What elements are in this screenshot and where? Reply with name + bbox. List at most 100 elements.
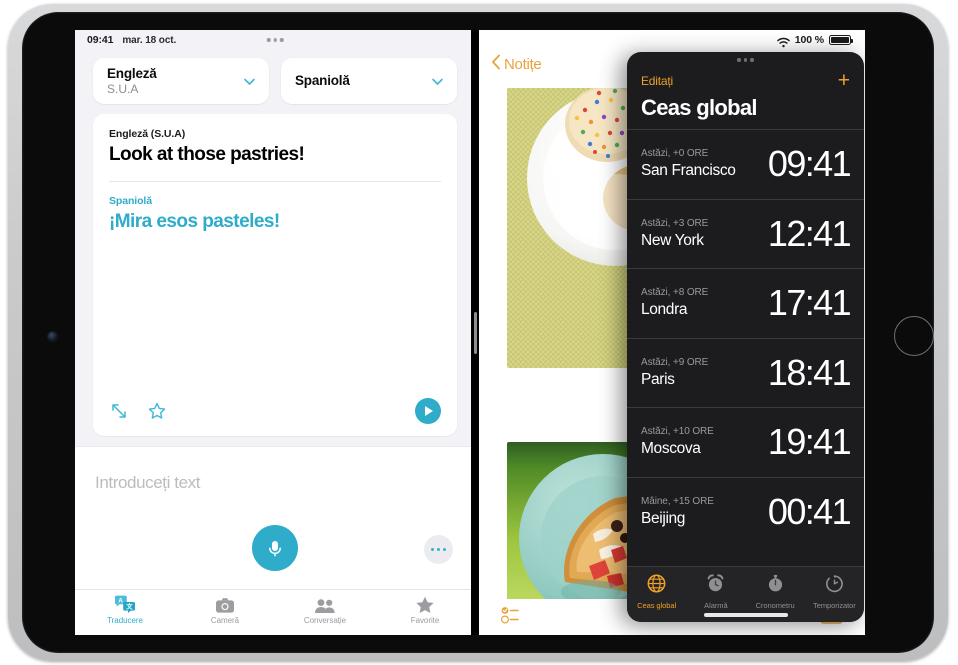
source-language-label: Engleză (S.U.A) — [109, 128, 186, 140]
translate-tab-bar: A 文 Traducere Cameră Conversație Favorit… — [75, 589, 475, 635]
translate-icon: A 文 — [114, 595, 136, 614]
home-indicator[interactable] — [703, 613, 788, 617]
globe-icon — [647, 574, 666, 598]
front-camera-icon — [48, 332, 57, 341]
home-button[interactable] — [894, 316, 934, 356]
translate-status-bar: 09:41 mar. 18 oct. — [75, 30, 475, 50]
card-divider — [109, 180, 441, 182]
status-time: 09:41 — [87, 34, 114, 46]
table-row[interactable]: Astăzi, +3 ORE New York 12:41 — [627, 198, 864, 269]
battery-percentage: 100 % — [794, 34, 824, 46]
notes-back-label: Notițe — [504, 56, 542, 73]
edit-button[interactable]: Editați — [641, 74, 673, 88]
clock-time: 09:41 — [767, 143, 852, 185]
table-row[interactable]: Astăzi, +10 ORE Moscova 19:41 — [627, 407, 864, 477]
checklist-icon[interactable] — [500, 606, 523, 629]
clock-time: 12:41 — [767, 212, 852, 254]
battery-full-icon — [829, 35, 854, 45]
note-photo-pastry[interactable] — [507, 442, 629, 620]
clock-time: 17:41 — [767, 282, 852, 324]
target-language-name: Spaniolă — [295, 73, 350, 89]
table-row[interactable]: Astăzi, +9 ORE Paris 18:41 — [627, 337, 864, 408]
ipad-screen: 09:41 mar. 18 oct. Engleză S.U.A Spaniol… — [75, 30, 865, 635]
text-input-area[interactable]: Introduceți text — [75, 446, 475, 589]
chevron-down-icon[interactable] — [242, 74, 257, 89]
clock-city: Moscova — [641, 440, 701, 458]
tab-label: Traducere — [107, 616, 143, 625]
people-icon — [314, 595, 336, 614]
language-selector-row: Engleză S.U.A Spaniolă — [75, 50, 475, 114]
tab-cronometru[interactable]: Cronometru — [746, 574, 805, 610]
clock-city: Londra — [641, 301, 688, 319]
note-photo-cookie[interactable] — [507, 88, 629, 368]
clock-city: Beijing — [641, 509, 686, 527]
split-view-divider[interactable] — [471, 30, 479, 635]
svg-text:文: 文 — [126, 602, 133, 611]
tab-label: Temporizator — [813, 601, 856, 610]
table-row[interactable]: Astăzi, +0 ORE San Francisco 09:41 — [627, 129, 864, 199]
stopwatch-icon — [766, 574, 785, 598]
clock-panel-header: Editați + — [627, 68, 864, 91]
source-language-region: S.U.A — [107, 81, 139, 96]
translation-card: Engleză (S.U.A) Look at those pastries! … — [93, 114, 457, 436]
camera-icon — [215, 595, 235, 614]
tab-camera[interactable]: Cameră — [175, 595, 275, 625]
grabber-dots-icon[interactable] — [627, 52, 864, 68]
screenshot-root: 09:41 mar. 18 oct. Engleză S.U.A Spaniol… — [0, 0, 958, 665]
play-circle-icon[interactable] — [415, 398, 441, 424]
chevron-down-icon[interactable] — [430, 74, 445, 89]
clock-city: New York — [641, 231, 704, 249]
clock-city: San Francisco — [641, 162, 736, 180]
clock-time: 18:41 — [767, 351, 852, 393]
clock-offset: Astăzi, +0 ORE — [641, 148, 709, 160]
tab-label: Favorite — [410, 616, 440, 625]
plus-icon[interactable]: + — [838, 70, 850, 91]
tab-temporizator[interactable]: Temporizator — [805, 574, 864, 610]
ellipsis-icon[interactable] — [424, 535, 453, 564]
tab-label: Alarmă — [704, 601, 728, 610]
multitask-grabber-icon[interactable] — [266, 38, 284, 42]
tab-alarma[interactable]: Alarmă — [686, 574, 745, 610]
expand-arrows-icon[interactable] — [109, 401, 129, 421]
timer-icon — [825, 574, 844, 598]
clock-offset: Astăzi, +9 ORE — [641, 356, 709, 368]
wifi-icon — [776, 35, 790, 47]
status-date: mar. 18 oct. — [122, 34, 177, 46]
clock-offset: Mâine, +15 ORE — [641, 495, 714, 507]
source-language-selector[interactable]: Engleză S.U.A — [93, 58, 269, 104]
clock-slide-over-panel: Editați + Ceas global Astăzi, +0 ORE San… — [627, 52, 864, 622]
tab-label: Ceas global — [637, 601, 677, 610]
tab-label: Cronometru — [755, 601, 795, 610]
clock-page-title: Ceas global — [641, 95, 757, 120]
clock-city: Paris — [641, 370, 675, 388]
chevron-left-icon — [491, 54, 501, 75]
clock-time: 19:41 — [767, 421, 852, 463]
svg-text:A: A — [118, 597, 123, 604]
clock-time: 00:41 — [767, 490, 852, 532]
notes-status-bar: 100 % — [479, 30, 865, 50]
translate-app: 09:41 mar. 18 oct. Engleză S.U.A Spaniol… — [75, 30, 475, 635]
tab-conversatie[interactable]: Conversație — [275, 595, 375, 625]
clock-offset: Astăzi, +10 ORE — [641, 426, 714, 438]
target-language-selector[interactable]: Spaniolă — [281, 58, 457, 104]
target-language-label: Spaniolă — [109, 194, 152, 207]
tab-favorite[interactable]: Favorite — [375, 595, 475, 625]
tab-traducere[interactable]: A 文 Traducere — [75, 595, 175, 625]
card-action-row — [109, 386, 441, 436]
split-view-grip[interactable] — [473, 311, 477, 354]
star-filled-icon — [415, 595, 435, 614]
clock-offset: Astăzi, +8 ORE — [641, 287, 709, 299]
source-language-name: Engleză — [107, 65, 157, 81]
world-clock-list[interactable]: Astăzi, +0 ORE San Francisco 09:41 Astăz… — [627, 129, 864, 566]
clock-tab-bar: Ceas global Alarmă Cronometru Temporizat… — [627, 566, 864, 622]
source-text[interactable]: Look at those pastries! — [109, 144, 441, 166]
tab-ceas-global[interactable]: Ceas global — [627, 574, 686, 610]
table-row[interactable]: Mâine, +15 ORE Beijing 00:41 — [627, 476, 864, 547]
tab-label: Conversație — [303, 616, 347, 625]
translated-text[interactable]: ¡Mira esos pasteles! — [109, 211, 441, 233]
microphone-icon[interactable] — [252, 525, 298, 571]
text-input-placeholder: Introduceți text — [95, 473, 201, 492]
clock-offset: Astăzi, +3 ORE — [641, 217, 709, 229]
star-outline-icon[interactable] — [147, 401, 167, 421]
table-row[interactable]: Astăzi, +8 ORE Londra 17:41 — [627, 268, 864, 338]
